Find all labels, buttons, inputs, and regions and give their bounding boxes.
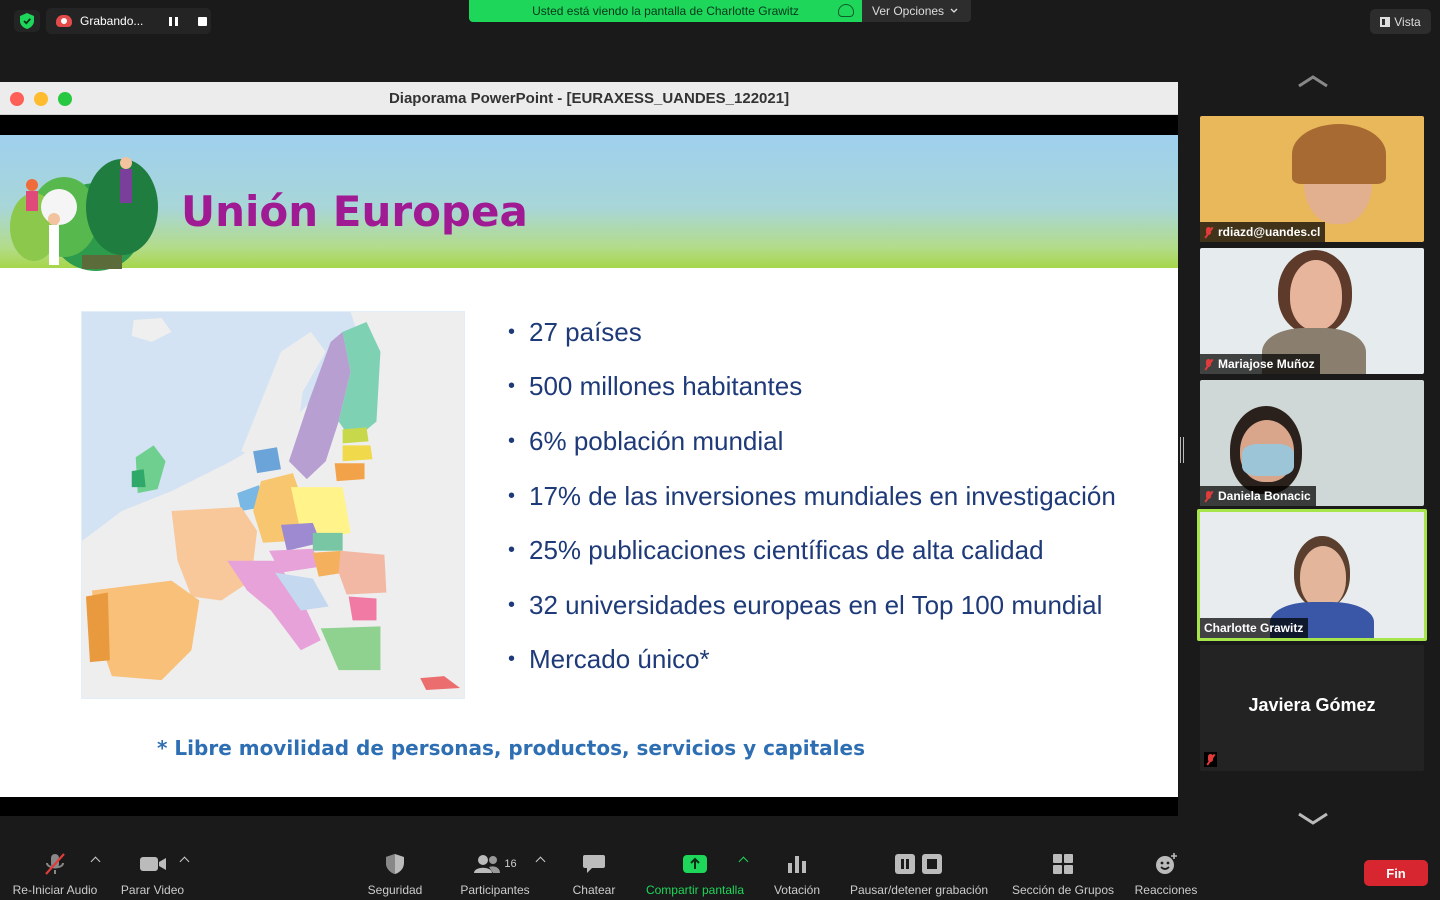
share-screen-icon: [682, 852, 708, 876]
poll-button[interactable]: Votación: [767, 852, 827, 897]
participant-name: Daniela Bonacic: [1218, 489, 1311, 503]
slide-title: Unión Europea: [181, 187, 528, 236]
participant-name: Javiera Gómez: [1248, 695, 1376, 715]
view-options-label: Ver Opciones: [872, 4, 945, 18]
europe-map-image: [81, 311, 465, 699]
grid-view-icon: [1380, 16, 1391, 27]
smiley-icon: [1154, 852, 1178, 876]
close-window-icon[interactable]: [10, 92, 24, 106]
recording-control-button[interactable]: Pausar/detener grabación: [844, 852, 994, 897]
meeting-toolbar: Re-Iniciar Audio Parar Video Seguridad 1…: [0, 846, 1440, 900]
zoom-window: Grabando... Usted está viendo la pantall…: [0, 0, 1440, 900]
chat-bubble-icon: [582, 852, 606, 876]
chevron-down-icon: [950, 8, 958, 13]
stop-recording-icon[interactable]: [198, 16, 208, 26]
participant-tile-active-speaker[interactable]: Charlotte Grawitz: [1197, 509, 1427, 641]
participant-name: rdiazd@uandes.cl: [1218, 225, 1321, 239]
powerpoint-titlebar: Diaporama PowerPoint - [EURAXESS_UANDES_…: [0, 82, 1178, 115]
share-screen-button[interactable]: Compartir pantalla: [640, 852, 750, 897]
share-screen-label: Compartir pantalla: [645, 883, 745, 897]
mic-muted-icon: [1204, 226, 1213, 238]
face-mask: [1242, 444, 1294, 476]
security-label: Seguridad: [367, 883, 423, 897]
audio-label: Re-Iniciar Audio: [12, 883, 98, 897]
screen-share-banner: Usted está viendo la pantalla de Charlot…: [469, 0, 862, 22]
participant-tile[interactable]: Mariajose Muñoz: [1200, 248, 1424, 374]
panel-resize-handle[interactable]: [1180, 437, 1184, 463]
breakout-rooms-icon: [1052, 852, 1074, 876]
slide-header-band: [0, 135, 1178, 268]
breakout-rooms-label: Sección de Grupos: [1011, 883, 1115, 897]
participants-icon: 16: [473, 852, 517, 876]
participant-video: [1290, 260, 1342, 330]
screen-share-banner-text: Usted está viendo la pantalla de Charlot…: [532, 4, 799, 18]
mic-muted-icon: [1206, 754, 1215, 765]
participant-tile-video-off[interactable]: Javiera Gómez: [1200, 645, 1424, 771]
reactions-label: Reacciones: [1134, 883, 1198, 897]
pause-recording-icon[interactable]: [169, 16, 179, 26]
bullet-item: Mercado único*: [508, 633, 1116, 688]
minimize-window-icon[interactable]: [34, 92, 48, 106]
end-meeting-button[interactable]: Fin: [1364, 860, 1428, 886]
shield-icon: [385, 852, 405, 876]
poll-label: Votación: [773, 883, 821, 897]
video-label: Parar Video: [120, 883, 185, 897]
mic-muted-icon: [1204, 358, 1213, 370]
bullet-item: 27 países: [508, 305, 1116, 360]
bullet-item: 6% población mundial: [508, 414, 1116, 469]
video-button[interactable]: Parar Video: [115, 852, 190, 897]
participant-name-tag: Charlotte Grawitz: [1200, 618, 1309, 638]
recording-label: Grabando...: [80, 14, 144, 28]
window-title: Diaporama PowerPoint - [EURAXESS_UANDES_…: [388, 89, 790, 107]
reactions-button[interactable]: Reacciones: [1132, 852, 1200, 897]
bullet-item: 500 millones habitantes: [508, 360, 1116, 415]
view-options-button[interactable]: Ver Opciones: [862, 0, 971, 22]
participant-name-tag: Mariajose Muñoz: [1200, 354, 1320, 374]
maximize-window-icon[interactable]: [58, 92, 72, 106]
participant-video: [1300, 546, 1346, 608]
participant-tile[interactable]: Daniela Bonacic: [1200, 380, 1424, 506]
view-label: Vista: [1394, 14, 1421, 29]
participant-name-tag: rdiazd@uandes.cl: [1200, 222, 1326, 242]
recording-cloud-icon: [56, 15, 72, 27]
scroll-up-icon[interactable]: [1297, 74, 1329, 88]
participant-name-tag: [1204, 752, 1217, 767]
bar-chart-icon: [786, 852, 808, 876]
bullet-item: 32 universidades europeas en el Top 100 …: [508, 578, 1116, 633]
pause-stop-recording-icon: [894, 852, 944, 876]
window-controls: [10, 92, 72, 106]
security-button[interactable]: Seguridad: [360, 852, 430, 897]
camera-icon: [139, 852, 167, 876]
participants-count: 16: [504, 858, 517, 870]
slide: Unión Europea • 27 países • 500 millones…: [0, 135, 1178, 797]
mic-muted-icon: [1204, 490, 1213, 502]
shared-screen: Diaporama PowerPoint - [EURAXESS_UANDES_…: [0, 82, 1178, 816]
participant-hair: [1292, 124, 1386, 184]
breakout-rooms-button[interactable]: Sección de Grupos: [1007, 852, 1119, 897]
participant-name: Mariajose Muñoz: [1218, 357, 1315, 371]
security-shield-icon[interactable]: [14, 10, 40, 32]
bullet-item: 17% de las inversiones mundiales en inve…: [508, 469, 1116, 524]
mic-muted-icon: [42, 852, 68, 876]
bullet-list: 27 países 500 millones habitantes 6% pob…: [508, 305, 1116, 687]
participant-tile[interactable]: rdiazd@uandes.cl: [1200, 116, 1424, 242]
scroll-down-icon[interactable]: [1297, 812, 1329, 826]
recording-indicator[interactable]: Grabando...: [46, 8, 211, 34]
participant-name: Charlotte Grawitz: [1204, 621, 1304, 635]
participants-label: Participantes: [460, 883, 530, 897]
recording-control-label: Pausar/detener grabación: [849, 883, 989, 897]
slide-footnote: * Libre movilidad de personas, productos…: [157, 736, 865, 760]
cloud-icon: [838, 4, 854, 17]
science-illustration-image: [10, 157, 158, 271]
view-button[interactable]: Vista: [1370, 9, 1431, 34]
chat-button[interactable]: Chatear: [565, 852, 623, 897]
audio-button[interactable]: Re-Iniciar Audio: [10, 852, 100, 897]
participants-button[interactable]: 16 Participantes: [455, 852, 535, 897]
participant-name-tag: Daniela Bonacic: [1200, 486, 1316, 506]
bullet-item: 25% publicaciones científicas de alta ca…: [508, 523, 1116, 578]
chat-label: Chatear: [572, 883, 616, 897]
participants-options-caret[interactable]: [535, 856, 546, 867]
